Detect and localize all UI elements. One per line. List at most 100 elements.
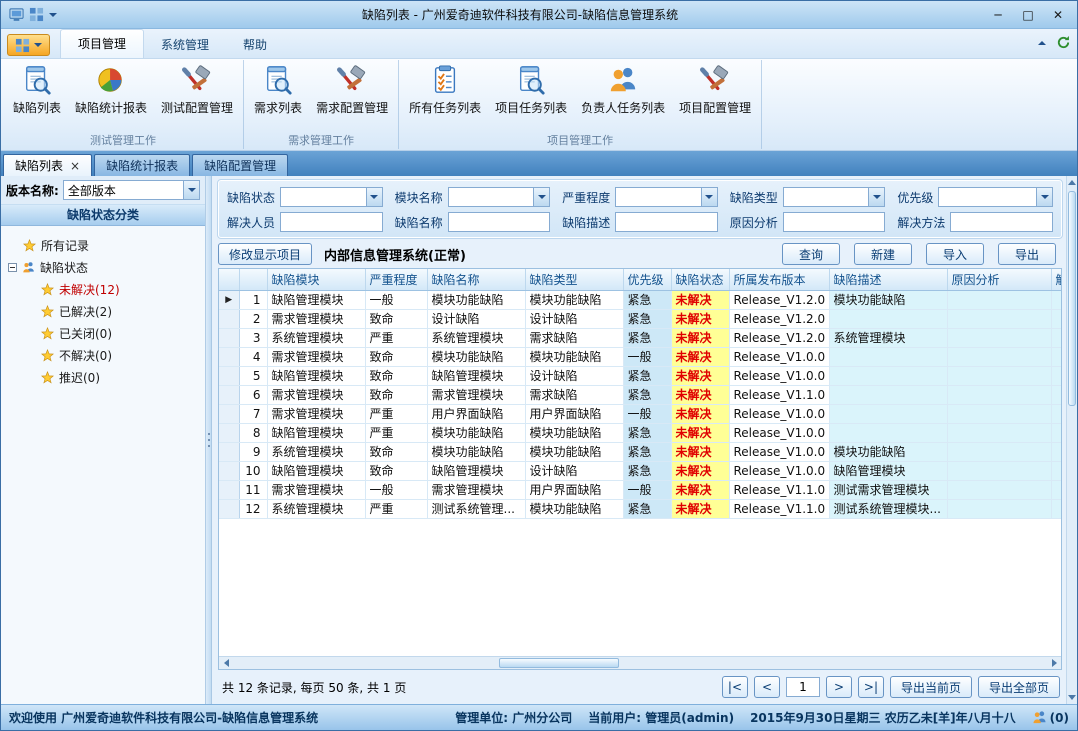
cell-solution[interactable] xyxy=(1051,290,1061,309)
cell-solution[interactable] xyxy=(1051,442,1061,461)
cell-type[interactable]: 设计缺陷 xyxy=(525,309,623,328)
cell-analysis[interactable] xyxy=(947,366,1051,385)
module-name-select[interactable] xyxy=(448,187,551,207)
version-dropdown-button[interactable] xyxy=(183,181,199,199)
cell-type[interactable]: 用户界面缺陷 xyxy=(525,480,623,499)
cell-module[interactable]: 缺陷管理模块 xyxy=(267,366,365,385)
cell-priority[interactable]: 紧急 xyxy=(623,461,671,480)
cell-solution[interactable] xyxy=(1051,423,1061,442)
cell-release[interactable]: Release_V1.0.0 xyxy=(729,442,829,461)
cell-solution[interactable] xyxy=(1051,461,1061,480)
cell-solution[interactable] xyxy=(1051,499,1061,518)
requirement-list-button[interactable]: 需求列表 xyxy=(247,60,309,118)
analysis-input[interactable] xyxy=(783,212,886,232)
cell-rownum[interactable]: 10 xyxy=(239,461,267,480)
cell-name[interactable]: 模块功能缺陷 xyxy=(427,347,525,366)
close-tab-icon[interactable]: × xyxy=(70,159,80,173)
cell-module[interactable]: 系统管理模块 xyxy=(267,499,365,518)
defect-type-select[interactable] xyxy=(783,187,886,207)
column-header-type[interactable]: 缺陷类型 xyxy=(525,269,623,290)
query-button[interactable]: 查询 xyxy=(782,243,840,265)
tree-item-closed[interactable]: 已关闭(0) xyxy=(7,322,199,344)
cell-type[interactable]: 模块功能缺陷 xyxy=(525,347,623,366)
new-button[interactable]: 新建 xyxy=(854,243,912,265)
scroll-down-icon[interactable] xyxy=(1067,691,1077,704)
cell-name[interactable]: 设计缺陷 xyxy=(427,309,525,328)
cell-analysis[interactable] xyxy=(947,328,1051,347)
table-row[interactable]: ▶1缺陷管理模块一般模块功能缺陷模块功能缺陷紧急未解决Release_V1.2.… xyxy=(219,290,1061,309)
project-config-button[interactable]: 项目配置管理 xyxy=(672,60,758,118)
cell-name[interactable]: 系统管理模块 xyxy=(427,328,525,347)
cell-priority[interactable]: 紧急 xyxy=(623,309,671,328)
page-number-input[interactable] xyxy=(786,677,820,697)
cell-module[interactable]: 需求管理模块 xyxy=(267,385,365,404)
cell-status[interactable]: 未解决 xyxy=(671,404,729,423)
cell-description[interactable]: 模块功能缺陷 xyxy=(829,442,947,461)
table-row[interactable]: 7需求管理模块严重用户界面缺陷用户界面缺陷一般未解决Release_V1.0.0 xyxy=(219,404,1061,423)
cell-description[interactable] xyxy=(829,366,947,385)
defect-list-button[interactable]: 缺陷列表 xyxy=(6,60,68,118)
column-header-solution[interactable]: 解决 xyxy=(1051,269,1061,290)
scroll-right-icon[interactable] xyxy=(1047,657,1061,669)
cell-name[interactable]: 需求管理模块 xyxy=(427,385,525,404)
cell-priority[interactable]: 紧急 xyxy=(623,328,671,347)
cell-status[interactable]: 未解决 xyxy=(671,480,729,499)
cell-status[interactable]: 未解决 xyxy=(671,499,729,518)
cell-solution[interactable] xyxy=(1051,309,1061,328)
cell-analysis[interactable] xyxy=(947,499,1051,518)
cell-rownum[interactable]: 9 xyxy=(239,442,267,461)
cell-release[interactable]: Release_V1.1.0 xyxy=(729,480,829,499)
column-header-status[interactable]: 缺陷状态 xyxy=(671,269,729,290)
ribbon-tab-help[interactable]: 帮助 xyxy=(226,31,284,58)
doc-tab-defect-report[interactable]: 缺陷统计报表 xyxy=(94,154,190,176)
first-page-button[interactable]: |< xyxy=(722,676,748,698)
tree-item-resolved[interactable]: 已解决(2) xyxy=(7,300,199,322)
column-header-release[interactable]: 所属发布版本 xyxy=(729,269,829,290)
table-row[interactable]: 11需求管理模块一般需求管理模块用户界面缺陷一般未解决Release_V1.1.… xyxy=(219,480,1061,499)
cell-severity[interactable]: 致命 xyxy=(365,461,427,480)
version-select[interactable]: 全部版本 xyxy=(63,180,200,200)
collapse-ribbon-icon[interactable] xyxy=(1038,41,1046,45)
cell-module[interactable]: 缺陷管理模块 xyxy=(267,461,365,480)
cell-analysis[interactable] xyxy=(947,461,1051,480)
cell-type[interactable]: 模块功能缺陷 xyxy=(525,442,623,461)
hscrollbar-thumb[interactable] xyxy=(499,658,619,668)
cell-description[interactable] xyxy=(829,423,947,442)
cell-name[interactable]: 用户界面缺陷 xyxy=(427,404,525,423)
table-row[interactable]: 2需求管理模块致命设计缺陷设计缺陷紧急未解决Release_V1.2.0 xyxy=(219,309,1061,328)
cell-solution[interactable] xyxy=(1051,385,1061,404)
cell-status[interactable]: 未解决 xyxy=(671,423,729,442)
row-indicator[interactable] xyxy=(219,499,239,518)
row-indicator[interactable] xyxy=(219,366,239,385)
cell-analysis[interactable] xyxy=(947,290,1051,309)
dropdown-icon[interactable] xyxy=(366,188,382,206)
cell-description[interactable]: 测试系统管理模块... xyxy=(829,499,947,518)
cell-solution[interactable] xyxy=(1051,347,1061,366)
cell-description[interactable]: 系统管理模块 xyxy=(829,328,947,347)
cell-severity[interactable]: 致命 xyxy=(365,442,427,461)
cell-analysis[interactable] xyxy=(947,404,1051,423)
refresh-icon[interactable] xyxy=(1056,35,1071,50)
tree-item-all-records[interactable]: 所有记录 xyxy=(7,234,199,256)
cell-severity[interactable]: 致命 xyxy=(365,347,427,366)
cell-solution[interactable] xyxy=(1051,366,1061,385)
cell-description[interactable] xyxy=(829,385,947,404)
cell-description[interactable]: 缺陷管理模块 xyxy=(829,461,947,480)
cell-status[interactable]: 未解决 xyxy=(671,461,729,480)
row-indicator[interactable] xyxy=(219,347,239,366)
dropdown-icon[interactable] xyxy=(533,188,549,206)
cell-name[interactable]: 模块功能缺陷 xyxy=(427,442,525,461)
horizontal-scrollbar[interactable] xyxy=(219,656,1061,669)
cell-priority[interactable]: 一般 xyxy=(623,404,671,423)
cell-severity[interactable]: 致命 xyxy=(365,366,427,385)
cell-name[interactable]: 测试系统管理... xyxy=(427,499,525,518)
cell-rownum[interactable]: 11 xyxy=(239,480,267,499)
project-tasks-button[interactable]: 项目任务列表 xyxy=(488,60,574,118)
cell-release[interactable]: Release_V1.2.0 xyxy=(729,290,829,309)
cell-module[interactable]: 需求管理模块 xyxy=(267,309,365,328)
table-row[interactable]: 12系统管理模块严重测试系统管理...模块功能缺陷紧急未解决Release_V1… xyxy=(219,499,1061,518)
dropdown-icon[interactable] xyxy=(868,188,884,206)
row-indicator[interactable] xyxy=(219,480,239,499)
cell-solution[interactable] xyxy=(1051,480,1061,499)
last-page-button[interactable]: >| xyxy=(858,676,884,698)
